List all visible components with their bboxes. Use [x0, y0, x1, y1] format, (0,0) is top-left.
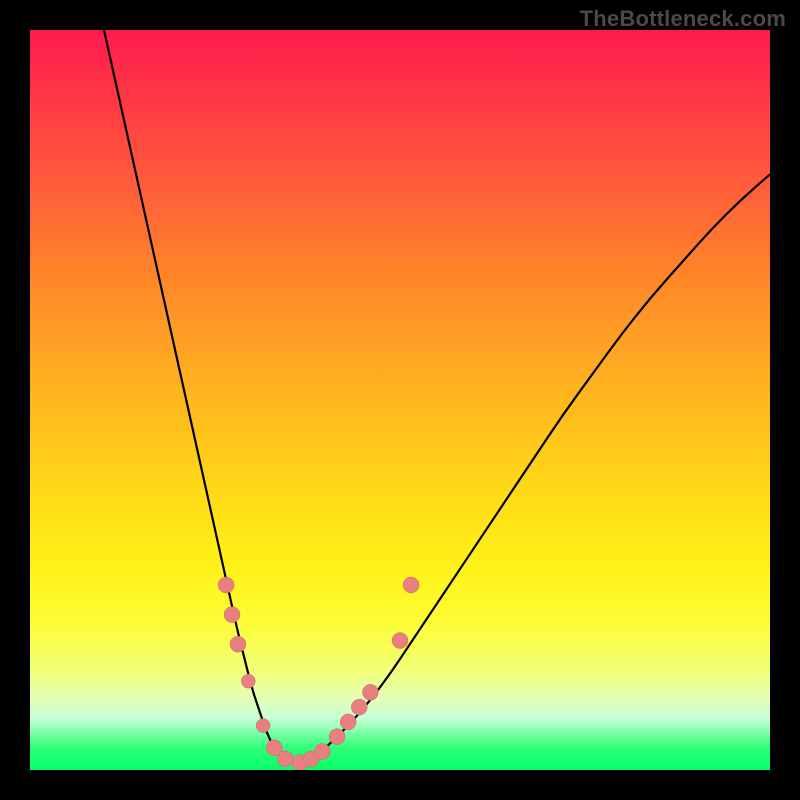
data-marker [314, 744, 330, 760]
data-marker [340, 714, 356, 730]
data-marker [218, 577, 234, 593]
data-marker [241, 674, 255, 688]
data-marker [351, 699, 367, 715]
data-marker [392, 633, 408, 649]
data-marker [362, 684, 378, 700]
chart-frame: TheBottleneck.com [0, 0, 800, 800]
data-markers [218, 577, 419, 770]
markers-layer [30, 30, 770, 770]
data-marker [230, 636, 246, 652]
data-marker [277, 751, 293, 767]
data-marker [256, 719, 270, 733]
data-marker [329, 729, 345, 745]
plot-area [30, 30, 770, 770]
data-marker [403, 577, 419, 593]
watermark-text: TheBottleneck.com [580, 6, 786, 32]
data-marker [224, 607, 240, 623]
